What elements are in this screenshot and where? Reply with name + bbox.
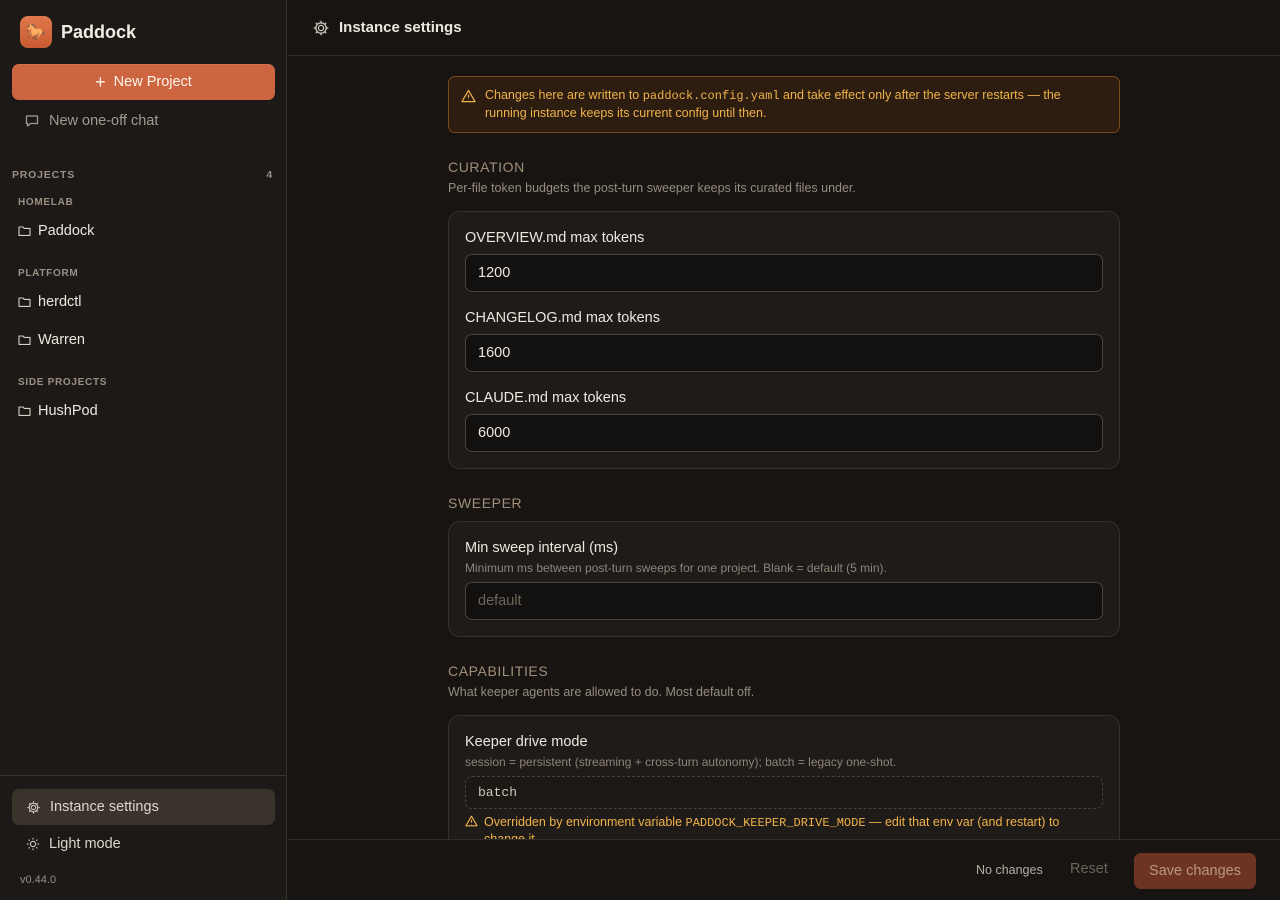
warning-icon: [465, 815, 478, 827]
sidebar-item-hushpod[interactable]: HushPod: [18, 403, 98, 419]
section-description-curation: Per-file token budgets the post-turn swe…: [448, 181, 856, 195]
sidebar-footer: Instance settings Light mode v0.44.0: [0, 775, 287, 900]
sun-icon: [26, 837, 40, 851]
sidebar-item-paddock[interactable]: Paddock: [18, 223, 94, 239]
light-mode-label: Light mode: [49, 836, 121, 852]
folder-icon: [18, 405, 31, 417]
capabilities-card: Keeper drive mode session = persistent (…: [448, 715, 1120, 839]
sidebar-item-warren[interactable]: Warren: [18, 332, 85, 348]
override-text: Overridden by environment variable: [484, 815, 686, 829]
settings-content[interactable]: Changes here are written to paddock.conf…: [448, 56, 1120, 839]
claude-max-tokens-label: CLAUDE.md max tokens: [465, 390, 627, 406]
group-heading-side-projects: SIDE PROJECTS: [18, 377, 108, 388]
sweeper-card: Min sweep interval (ms) Minimum ms betwe…: [448, 521, 1120, 637]
changelog-max-tokens-input[interactable]: 1600: [465, 334, 1103, 372]
brand[interactable]: 🐎 Paddock: [20, 16, 136, 48]
projects-heading-label: PROJECTS: [12, 169, 75, 181]
sidebar-item-label: herdctl: [38, 294, 82, 310]
env-var-name: PADDOCK_KEEPER_DRIVE_MODE: [685, 816, 866, 830]
config-file-name: paddock.config.yaml: [642, 89, 780, 103]
horse-logo-icon: 🐎: [20, 16, 52, 48]
folder-icon: [18, 225, 31, 237]
claude-max-tokens-input[interactable]: 6000: [465, 414, 1103, 452]
new-project-button[interactable]: + New Project: [12, 64, 275, 100]
changelog-max-tokens-label: CHANGELOG.md max tokens: [465, 310, 660, 326]
save-bar: No changes Reset Save changes: [288, 839, 1280, 900]
version-label: v0.44.0: [20, 874, 57, 886]
min-sweep-interval-label: Min sweep interval (ms): [465, 540, 619, 556]
section-description-capabilities: What keeper agents are allowed to do. Mo…: [448, 685, 755, 699]
instance-settings-button[interactable]: Instance settings: [12, 789, 275, 825]
brand-name: Paddock: [61, 21, 137, 42]
gear-icon: [312, 19, 330, 37]
instance-settings-label: Instance settings: [50, 799, 159, 815]
overview-max-tokens-input[interactable]: 1200: [465, 254, 1103, 292]
overview-max-tokens-label: OVERVIEW.md max tokens: [465, 230, 645, 246]
sidebar-item-label: Warren: [38, 332, 85, 348]
folder-icon: [18, 296, 31, 308]
sidebar-item-label: Paddock: [38, 223, 95, 239]
sidebar-item-herdctl[interactable]: herdctl: [18, 294, 82, 310]
section-title-sweeper: SWEEPER: [448, 495, 523, 511]
min-sweep-interval-input[interactable]: default: [465, 582, 1103, 620]
reset-button[interactable]: Reset: [1070, 861, 1108, 877]
group-heading-homelab: HOMELAB: [18, 197, 74, 208]
new-project-label: New Project: [113, 74, 192, 90]
new-one-off-chat-label: New one-off chat: [49, 113, 159, 129]
min-sweep-interval-help: Minimum ms between post-turn sweeps for …: [465, 561, 887, 575]
projects-heading: PROJECTS 4: [12, 169, 272, 181]
gear-icon: [26, 800, 41, 815]
group-heading-platform: PLATFORM: [18, 268, 79, 279]
env-override-warning: Overridden by environment variable PADDO…: [465, 814, 1085, 839]
save-changes-button[interactable]: Save changes: [1134, 853, 1256, 889]
projects-count: 4: [266, 169, 273, 181]
sidebar: 🐎 Paddock + New Project New one-off chat…: [0, 0, 287, 900]
new-one-off-chat-button[interactable]: New one-off chat: [24, 113, 158, 129]
folder-icon: [18, 334, 31, 346]
sidebar-item-label: HushPod: [38, 403, 98, 419]
light-mode-toggle[interactable]: Light mode: [26, 836, 121, 852]
changes-status: No changes: [976, 863, 1043, 877]
plus-icon: +: [95, 72, 106, 92]
page-header: Instance settings: [288, 0, 1280, 56]
curation-card: OVERVIEW.md max tokens 1200 CHANGELOG.md…: [448, 211, 1120, 469]
keeper-drive-mode-help: session = persistent (streaming + cross-…: [465, 755, 897, 769]
notice-text: Changes here are written to: [485, 88, 643, 102]
section-title-capabilities: CAPABILITIES: [448, 663, 549, 679]
restart-notice: Changes here are written to paddock.conf…: [448, 76, 1120, 133]
section-title-curation: CURATION: [448, 159, 525, 175]
keeper-drive-mode-select: batch: [465, 776, 1103, 809]
keeper-drive-mode-label: Keeper drive mode: [465, 734, 588, 750]
warning-icon: [461, 89, 476, 103]
chat-bubble-icon: [24, 113, 40, 129]
page-title: Instance settings: [339, 19, 462, 36]
